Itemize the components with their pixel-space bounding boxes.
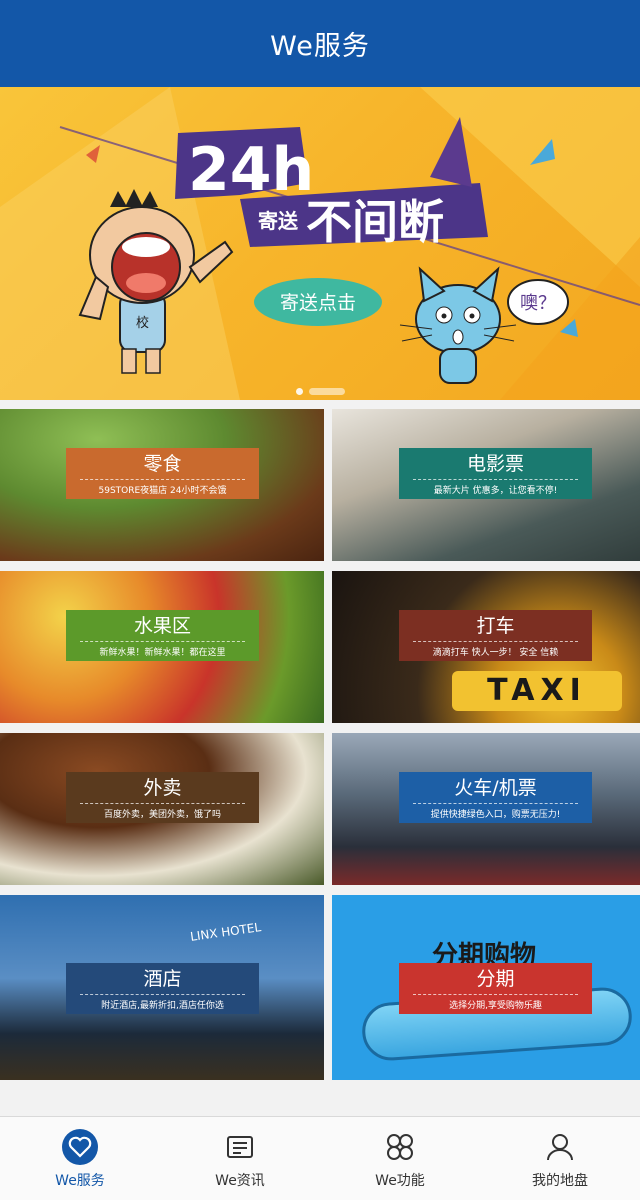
- headline-big: 不间断: [306, 195, 444, 249]
- service-tile-snacks[interactable]: 零食 59STORE夜猫店 24小时不会饿: [0, 409, 324, 561]
- takeout-label: 外卖 百度外卖，美团外卖，饿了吗: [66, 772, 259, 823]
- fruit-label: 水果区 新鲜水果！新鲜水果！都在这里: [66, 610, 259, 661]
- bottom-tab-bar: We服务 We资讯 We功能 我的地盘: [0, 1116, 640, 1200]
- taxi-label: 打车 滴滴打车 快人一步！ 安全 信赖: [399, 610, 592, 661]
- tab-label: We服务: [55, 1172, 105, 1189]
- service-name: 酒店: [80, 967, 245, 995]
- service-tile-hotel[interactable]: LINX HOTEL 酒店 附近酒店,最新折扣,酒店任你选: [0, 895, 324, 1080]
- promo-banner[interactable]: 24h 寄送 不间断 寄送点击 校 噢？: [0, 87, 640, 400]
- service-name: 火车/机票: [413, 776, 578, 804]
- service-subtitle: 滴滴打车 快人一步！ 安全 信赖: [432, 648, 559, 658]
- service-subtitle: 提供快捷绿色入口，购票无压力!: [430, 810, 561, 820]
- cta-label: 寄送点击: [280, 292, 356, 314]
- service-subtitle: 59STORE夜猫店 24小时不会饿: [98, 486, 227, 496]
- service-name: 打车: [413, 614, 578, 642]
- service-name: 电影票: [413, 452, 578, 480]
- service-subtitle: 最新大片 优惠多，让您看不停!: [433, 486, 558, 496]
- tab-we-news[interactable]: We资讯: [160, 1117, 320, 1200]
- snacks-label: 零食 59STORE夜猫店 24小时不会饿: [66, 448, 259, 499]
- headline-24h: 24h: [188, 135, 314, 205]
- tab-label: We资讯: [215, 1172, 265, 1189]
- tab-my-space[interactable]: 我的地盘: [480, 1117, 640, 1200]
- movie-label: 电影票 最新大片 优惠多，让您看不停!: [399, 448, 592, 499]
- app-header: We服务: [0, 0, 640, 87]
- service-tile-taxi[interactable]: TAXI 打车 滴滴打车 快人一步！ 安全 信赖: [332, 571, 640, 723]
- service-tile-train[interactable]: 火车/机票 提供快捷绿色入口，购票无压力!: [332, 733, 640, 885]
- user-icon: [541, 1128, 579, 1166]
- tab-we-features[interactable]: We功能: [320, 1117, 480, 1200]
- banner-pagination[interactable]: [296, 388, 345, 395]
- grid-icon: [381, 1128, 419, 1166]
- service-subtitle: 新鲜水果！新鲜水果！都在这里: [99, 648, 226, 658]
- service-name: 分期: [413, 967, 578, 995]
- news-icon: [221, 1128, 259, 1166]
- installment-label: 分期 选择分期,享受购物乐趣: [399, 963, 592, 1014]
- heart-icon: [61, 1128, 99, 1166]
- service-subtitle: 附近酒店,最新折扣,酒店任你选: [101, 1001, 224, 1011]
- svg-text:校: 校: [136, 315, 149, 331]
- service-tile-movie[interactable]: 电影票 最新大片 优惠多，让您看不停!: [332, 409, 640, 561]
- tab-label: We功能: [375, 1172, 425, 1189]
- service-subtitle: 选择分期,享受购物乐趣: [449, 1001, 542, 1011]
- service-name: 零食: [80, 452, 245, 480]
- train-label: 火车/机票 提供快捷绿色入口，购票无压力!: [399, 772, 592, 823]
- tab-we-service[interactable]: We服务: [0, 1117, 160, 1200]
- page-title: We服务: [270, 31, 370, 62]
- headline-small: 寄送: [258, 209, 299, 233]
- service-tile-fruit[interactable]: 水果区 新鲜水果！新鲜水果！都在这里: [0, 571, 324, 723]
- service-tile-installment[interactable]: 分期购物 分期 选择分期,享受购物乐趣: [332, 895, 640, 1080]
- service-tile-takeout[interactable]: 外卖 百度外卖，美团外卖，饿了吗: [0, 733, 324, 885]
- taxi-sign: TAXI: [452, 671, 622, 711]
- banner-dot-1[interactable]: [296, 388, 303, 395]
- service-name: 水果区: [80, 614, 245, 642]
- service-subtitle: 百度外卖，美团外卖，饿了吗: [103, 810, 221, 820]
- tab-label: 我的地盘: [532, 1172, 588, 1189]
- service-name: 外卖: [80, 776, 245, 804]
- svg-text:噢？: 噢？: [520, 293, 556, 314]
- banner-illustration: 24h 寄送 不间断 寄送点击 校 噢？: [0, 87, 640, 400]
- banner-dot-2[interactable]: [309, 388, 345, 395]
- hotel-label: 酒店 附近酒店,最新折扣,酒店任你选: [66, 963, 259, 1014]
